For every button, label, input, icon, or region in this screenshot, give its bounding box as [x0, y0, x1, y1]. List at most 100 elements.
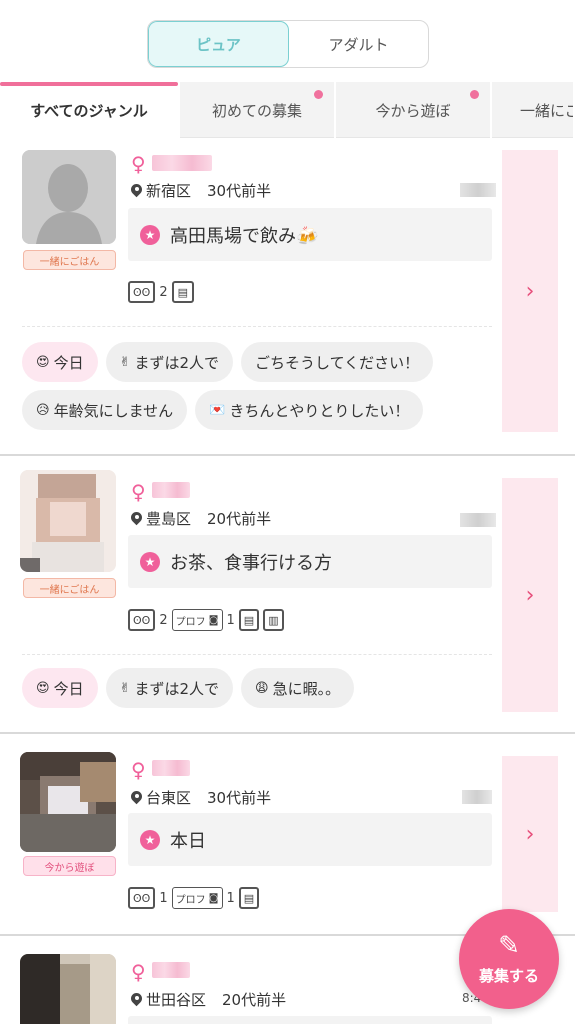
profile-photo-count: 1	[226, 612, 235, 628]
post-title: ★ 本日	[128, 813, 492, 866]
open-post-button[interactable]: ›	[502, 756, 558, 912]
tag-chip: ✌ まずは2人で	[105, 668, 234, 708]
post-meta: ʘʘ 2 ▤	[128, 281, 195, 303]
chevron-right-icon: ›	[525, 278, 535, 304]
profile-photo-icon: プロフ ◙	[171, 887, 223, 909]
location-row: 豊島区 20代前半	[131, 508, 271, 529]
post-title-text: 本日	[170, 830, 206, 852]
avatar	[20, 470, 116, 572]
tab-label: 一緒にご	[520, 101, 575, 120]
location: 豊島区	[146, 510, 192, 528]
avatar-photo-blurred	[20, 752, 116, 852]
avatar-photo-blurred	[20, 470, 116, 572]
silhouette-icon	[22, 150, 116, 244]
footprint-icon: ʘʘ	[128, 887, 156, 909]
mode-toggle: ピュア アダルト	[147, 20, 429, 68]
chevron-right-icon: ›	[525, 821, 535, 847]
tag-chip: ごちそうしてください！	[241, 342, 434, 382]
tag-chip: 😥 年齢気にしません	[22, 390, 188, 430]
tab-dine-together[interactable]: 一緒にご	[492, 82, 575, 138]
footprint-count: 1	[159, 890, 168, 906]
tab-label: 今から遊ぼ	[375, 101, 451, 120]
create-post-button[interactable]: ✎ 募集する	[459, 909, 559, 1009]
username-blurred	[152, 482, 190, 498]
document-icon: ▤	[238, 609, 260, 631]
tag-list: 😍 今日 ✌ まずは2人で 😩 急に暇。。	[22, 668, 492, 708]
location-row: 新宿区 30代前半	[131, 180, 271, 201]
pencil-icon: ✎	[498, 930, 520, 961]
footprint-icon: ʘʘ	[128, 609, 156, 631]
location-row: 世田谷区 20代前半	[131, 989, 286, 1010]
tab-label: すべてのジャンル	[30, 101, 148, 120]
open-post-button[interactable]: ›	[502, 150, 558, 432]
star-icon: ★	[140, 224, 160, 245]
age: 30代前半	[207, 789, 272, 807]
post-title-text: 高田馬場で飲み🍻	[170, 225, 319, 247]
footprint-count: 2	[159, 612, 168, 628]
open-post-button[interactable]: ›	[502, 478, 558, 712]
document-icon: ▤	[238, 887, 260, 909]
tag-chip: ✌ まずは2人で	[105, 342, 234, 382]
tag-chip: 😍 今日	[22, 342, 98, 382]
star-icon: ★	[140, 829, 160, 850]
timestamp-blurred	[462, 790, 492, 804]
genre-tabs: すべてのジャンル 初めての募集 今から遊ぼ 一緒にご	[0, 82, 575, 138]
map-pin-icon	[131, 184, 142, 198]
profile-photo-count: 1	[226, 890, 235, 906]
post-title: ★ 高田馬場で飲み🍻	[128, 208, 492, 261]
post-title-text: お茶、食事行ける方	[170, 552, 332, 574]
username-blurred	[152, 760, 190, 776]
document-icon: ▤	[171, 281, 195, 303]
mode-pure-button[interactable]: ピュア	[148, 21, 289, 67]
age: 30代前半	[207, 182, 272, 200]
username-blurred	[152, 155, 212, 171]
female-icon: ♀	[131, 480, 146, 504]
location: 台東区	[146, 789, 192, 807]
female-icon: ♀	[131, 758, 146, 782]
new-dot-icon	[314, 90, 323, 99]
profile-photo-icon: プロフ ◙	[171, 609, 223, 631]
clipboard-icon: ▥	[263, 609, 284, 631]
genre-badge: 一緒にごはん	[23, 578, 116, 598]
chevron-right-icon: ›	[525, 582, 535, 608]
avatar	[20, 752, 116, 852]
tab-play-now[interactable]: 今から遊ぼ	[336, 82, 492, 138]
location: 新宿区	[146, 182, 192, 200]
tag-list: 😍 今日 ✌ まずは2人で ごちそうしてください！ 😥 年齢気にしません 💌 きちんとや…	[22, 342, 492, 430]
post-meta: ʘʘ 2 プロフ ◙ 1 ▤ ▥	[128, 609, 284, 631]
footprint-icon: ʘʘ	[128, 281, 156, 303]
genre-badge: 一緒にごはん	[23, 250, 116, 270]
tab-label: 初めての募集	[211, 101, 302, 120]
map-pin-icon	[131, 791, 142, 805]
post-meta: ʘʘ 1 プロフ ◙ 1 ▤	[128, 887, 260, 909]
age: 20代前半	[207, 510, 272, 528]
tag-chip: 😍 今日	[22, 668, 98, 708]
post-card[interactable]: 一緒にごはん ♀ 豊島区 20代前半 ★ お茶、食事行ける方 ʘʘ 2 プロフ …	[0, 456, 575, 734]
timestamp-blurred	[460, 183, 496, 197]
divider	[22, 326, 492, 327]
avatar	[22, 150, 116, 244]
timestamp-blurred	[460, 513, 496, 527]
avatar	[20, 954, 116, 1024]
genre-badge: 今から遊ぼ	[23, 856, 116, 876]
divider	[22, 654, 492, 655]
tag-chip: 😩 急に暇。。	[241, 668, 355, 708]
mode-adult-button[interactable]: アダルト	[289, 21, 428, 67]
location-row: 台東区 30代前半	[131, 787, 271, 808]
post-card[interactable]: 一緒にごはん ♀ 新宿区 30代前半 ★ 高田馬場で飲み🍻 ʘʘ 2 ▤ › 😍…	[0, 138, 575, 456]
tag-chip: 💌 きちんとやりとりしたい！	[195, 390, 424, 430]
post-title: ★ お茶、食事行ける方	[128, 535, 492, 588]
create-post-label: 募集する	[478, 966, 539, 985]
age: 20代前半	[222, 991, 287, 1009]
location: 世田谷区	[146, 991, 207, 1009]
avatar-photo-blurred	[20, 954, 116, 1024]
tab-all-genres[interactable]: すべてのジャンル	[0, 82, 180, 138]
map-pin-icon	[131, 993, 142, 1007]
post-title	[128, 1016, 492, 1024]
female-icon: ♀	[131, 960, 146, 984]
new-dot-icon	[470, 90, 479, 99]
tab-first-recruit[interactable]: 初めての募集	[180, 82, 336, 138]
post-card[interactable]: 今から遊ぼ ♀ 台東区 30代前半 ★ 本日 ʘʘ 1 プロフ ◙ 1 ▤ ›	[0, 734, 575, 936]
footprint-count: 2	[159, 284, 168, 300]
female-icon: ♀	[131, 152, 146, 176]
